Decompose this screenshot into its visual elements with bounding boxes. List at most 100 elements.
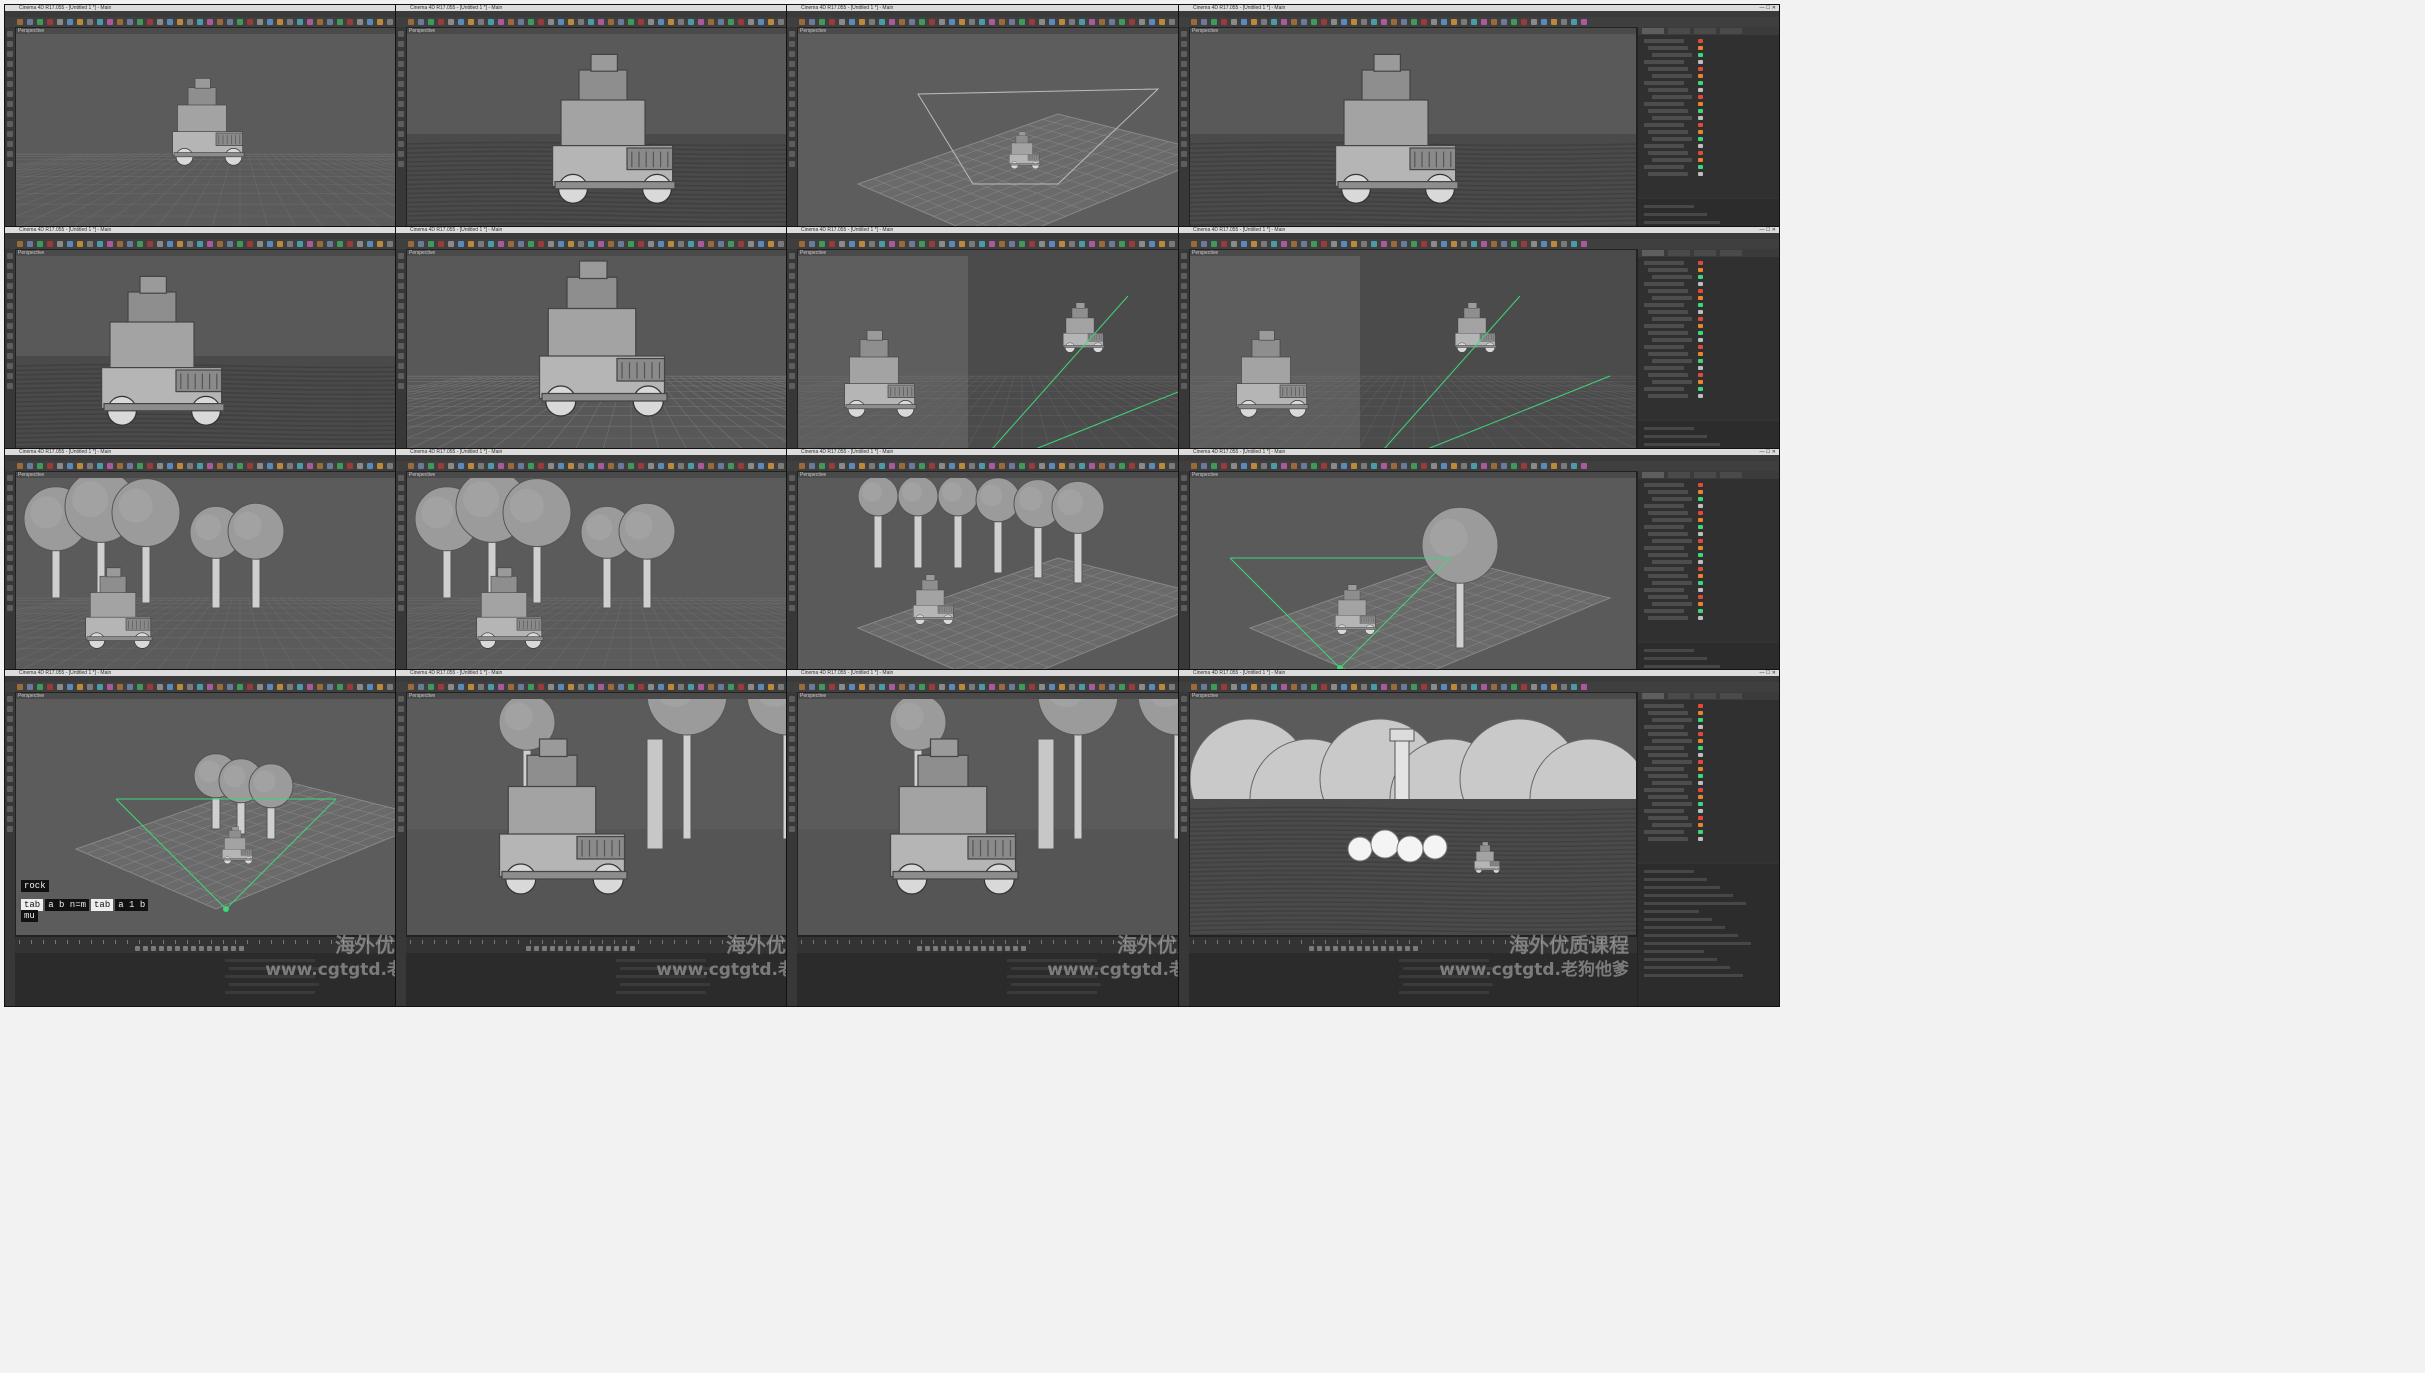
mode-tool-icon[interactable] <box>398 816 404 822</box>
mode-tool-icon[interactable] <box>789 91 795 97</box>
attribute-row[interactable] <box>1644 657 1707 660</box>
toolbar-tool-icon[interactable] <box>57 19 63 25</box>
mode-tool-icon[interactable] <box>398 696 404 702</box>
toolbar-tool-icon[interactable] <box>1271 463 1277 469</box>
toolbar-tool-icon[interactable] <box>87 463 93 469</box>
mode-tool-icon[interactable] <box>398 756 404 762</box>
object-tag-icon[interactable] <box>1698 310 1703 314</box>
toolbar-tool-icon[interactable] <box>147 19 153 25</box>
mode-tool-icon[interactable] <box>789 333 795 339</box>
toolbar-tool-icon[interactable] <box>1119 463 1125 469</box>
playback-button[interactable] <box>526 946 531 951</box>
toolbar-tool-icon[interactable] <box>247 463 253 469</box>
toolbar-tool-icon[interactable] <box>37 19 43 25</box>
mode-tool-icon[interactable] <box>789 313 795 319</box>
toolbar-tool-icon[interactable] <box>1421 19 1427 25</box>
toolbar-tool-icon[interactable] <box>819 19 825 25</box>
object-tag-icon[interactable] <box>1698 67 1703 71</box>
mode-tool-icon[interactable] <box>1181 605 1187 611</box>
toolbar-tool-icon[interactable] <box>87 241 93 247</box>
toolbar-tool-icon[interactable] <box>1201 684 1207 690</box>
mode-tool-icon[interactable] <box>7 746 13 752</box>
mode-tool-icon[interactable] <box>1181 161 1187 167</box>
object-row[interactable] <box>1648 595 1688 599</box>
toolbar-tool-icon[interactable] <box>257 684 263 690</box>
toolbar-tool-icon[interactable] <box>678 241 684 247</box>
toolbar-tool-icon[interactable] <box>177 19 183 25</box>
toolbar-tool-icon[interactable] <box>1019 241 1025 247</box>
toolbar-tool-icon[interactable] <box>1501 241 1507 247</box>
toolbar-tool-icon[interactable] <box>307 241 313 247</box>
toolbar-tool-icon[interactable] <box>438 684 444 690</box>
mode-tool-icon[interactable] <box>7 111 13 117</box>
object-tag-icon[interactable] <box>1698 282 1703 286</box>
toolbar-tool-icon[interactable] <box>17 463 23 469</box>
toolbar-tool-icon[interactable] <box>327 241 333 247</box>
toolbar-tool-icon[interactable] <box>718 463 724 469</box>
panel-tab[interactable] <box>1642 693 1664 699</box>
mode-tool-icon[interactable] <box>789 273 795 279</box>
toolbar-tool-icon[interactable] <box>1431 19 1437 25</box>
toolbar-tool-icon[interactable] <box>327 463 333 469</box>
object-row[interactable] <box>1648 816 1688 820</box>
toolbar-tool-icon[interactable] <box>1311 463 1317 469</box>
mode-tool-icon[interactable] <box>1181 806 1187 812</box>
mode-tool-icon[interactable] <box>789 816 795 822</box>
object-row[interactable] <box>1644 567 1684 571</box>
object-tag-icon[interactable] <box>1698 830 1703 834</box>
object-row[interactable] <box>1648 172 1688 176</box>
playback-button[interactable] <box>558 946 563 951</box>
mode-tool-icon[interactable] <box>398 716 404 722</box>
toolbar-tool-icon[interactable] <box>227 684 233 690</box>
toolbar-tool-icon[interactable] <box>1431 241 1437 247</box>
toolbar-tool-icon[interactable] <box>608 463 614 469</box>
object-tag-icon[interactable] <box>1698 581 1703 585</box>
mode-tool-icon[interactable] <box>7 61 13 67</box>
toolbar-tool-icon[interactable] <box>1211 684 1217 690</box>
mode-tool-icon[interactable] <box>1181 475 1187 481</box>
mode-tool-icon[interactable] <box>398 806 404 812</box>
toolbar-tool-icon[interactable] <box>799 463 805 469</box>
toolbar-tool-icon[interactable] <box>1059 463 1065 469</box>
mode-tool-icon[interactable] <box>7 51 13 57</box>
toolbar-tool-icon[interactable] <box>1291 19 1297 25</box>
toolbar-tool-icon[interactable] <box>498 684 504 690</box>
mode-tool-icon[interactable] <box>789 515 795 521</box>
toolbar-tool-icon[interactable] <box>1481 684 1487 690</box>
toolbar-tool-icon[interactable] <box>768 684 774 690</box>
object-tag-icon[interactable] <box>1698 809 1703 813</box>
playback-button[interactable] <box>1005 946 1010 951</box>
toolbar-tool-icon[interactable] <box>267 19 273 25</box>
mode-tool-icon[interactable] <box>398 726 404 732</box>
toolbar-tool-icon[interactable] <box>1541 463 1547 469</box>
toolbar-tool-icon[interactable] <box>127 463 133 469</box>
object-row[interactable] <box>1652 781 1692 785</box>
object-row[interactable] <box>1644 704 1684 708</box>
toolbar-tool-icon[interactable] <box>1441 684 1447 690</box>
object-tag-icon[interactable] <box>1698 109 1703 113</box>
toolbar-tool-icon[interactable] <box>1421 684 1427 690</box>
mode-tool-icon[interactable] <box>398 525 404 531</box>
mode-tool-icon[interactable] <box>789 81 795 87</box>
toolbar-tool-icon[interactable] <box>538 19 544 25</box>
toolbar-tool-icon[interactable] <box>47 19 53 25</box>
panel-tab[interactable] <box>1720 693 1742 699</box>
toolbar-tool-icon[interactable] <box>97 463 103 469</box>
object-tag-icon[interactable] <box>1698 816 1703 820</box>
attribute-row[interactable] <box>1644 213 1707 216</box>
object-tag-icon[interactable] <box>1698 88 1703 92</box>
toolbar-tool-icon[interactable] <box>1451 463 1457 469</box>
toolbar-tool-icon[interactable] <box>548 241 554 247</box>
panel-tab[interactable] <box>1642 250 1664 256</box>
object-row[interactable] <box>1652 718 1692 722</box>
toolbar-tool-icon[interactable] <box>1501 463 1507 469</box>
toolbar-tool-icon[interactable] <box>1049 463 1055 469</box>
toolbar-tool-icon[interactable] <box>698 684 704 690</box>
object-row[interactable] <box>1652 602 1692 606</box>
toolbar-tool-icon[interactable] <box>1261 19 1267 25</box>
toolbar-tool-icon[interactable] <box>327 19 333 25</box>
toolbar-tool-icon[interactable] <box>247 241 253 247</box>
mode-tool-icon[interactable] <box>7 716 13 722</box>
toolbar-tool-icon[interactable] <box>408 19 414 25</box>
mode-tool-icon[interactable] <box>1181 373 1187 379</box>
